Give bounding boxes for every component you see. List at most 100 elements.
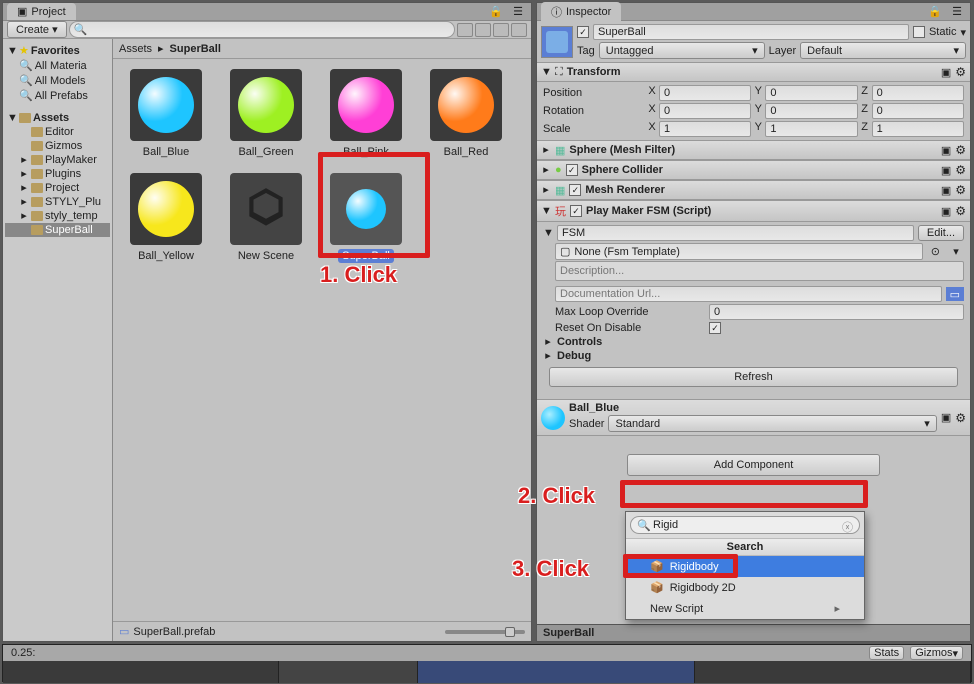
filter-label-icon[interactable] (493, 23, 509, 37)
timeline-tracks[interactable] (3, 661, 971, 683)
gear-icon[interactable]: ⚙ (955, 65, 966, 79)
project-tree[interactable]: ▼Favorites 🔍All Materia 🔍All Models 🔍All… (3, 39, 113, 641)
create-button[interactable]: Create ▾ (7, 21, 67, 38)
transform-header[interactable]: ▼⛶Transform▣⚙ (537, 62, 970, 82)
tree-folder[interactable]: Gizmos (5, 139, 110, 153)
rot-z-input[interactable]: 0 (872, 103, 964, 119)
help-icon[interactable]: ▣ (941, 164, 951, 177)
scale-x-input[interactable]: 1 (659, 121, 751, 137)
project-search-input[interactable]: 🔍 (69, 21, 455, 38)
template-menu-icon[interactable]: ▾ (948, 245, 964, 259)
controls-header[interactable]: Controls (557, 336, 602, 348)
asset-item[interactable]: Ball_Blue (123, 69, 209, 159)
inspector-tab[interactable]: ⓘ Inspector (541, 2, 621, 22)
add-component-button[interactable]: Add Component (627, 454, 880, 476)
tree-folder[interactable]: ▸styly_temp (5, 209, 110, 223)
asset-item[interactable]: New Scene (223, 173, 309, 263)
chevron-down-icon[interactable]: ▾ (960, 26, 966, 39)
pos-x-input[interactable]: 0 (659, 85, 751, 101)
help-icon[interactable]: ▣ (941, 205, 951, 218)
refresh-button[interactable]: Refresh (549, 367, 958, 387)
fsm-edit-button[interactable]: Edit... (918, 225, 964, 241)
scale-y-input[interactable]: 1 (765, 121, 857, 137)
timeline-panel: 0.25: Stats Gizmos ▾ (2, 644, 972, 682)
pos-z-input[interactable]: 0 (872, 85, 964, 101)
static-checkbox[interactable] (913, 26, 925, 38)
breadcrumb-root[interactable]: Assets (119, 43, 152, 55)
fsm-description-input[interactable]: Description... (555, 261, 964, 281)
pos-y-input[interactable]: 0 (765, 85, 857, 101)
object-picker-icon[interactable]: ⊙ (927, 245, 944, 259)
tree-folder-selected[interactable]: SuperBall (5, 223, 110, 237)
save-search-icon[interactable] (511, 23, 527, 37)
fav-item[interactable]: 🔍All Materia (5, 58, 110, 73)
breadcrumb-current[interactable]: SuperBall (170, 43, 221, 55)
gear-icon[interactable]: ⚙ (955, 143, 966, 157)
sphere-collider-header[interactable]: ▸●Sphere Collider▣⚙ (537, 160, 970, 180)
fsm-doc-url-input[interactable]: Documentation Url... (555, 286, 942, 302)
shader-dropdown[interactable]: Standard▾ (608, 415, 936, 432)
mesh-renderer-header[interactable]: ▸▦Mesh Renderer▣⚙ (537, 180, 970, 200)
mesh-filter-header[interactable]: ▸▦Sphere (Mesh Filter)▣⚙ (537, 140, 970, 160)
clear-icon[interactable]: ⓧ (842, 519, 853, 535)
lock-icon[interactable]: 🔒 (924, 5, 946, 19)
help-icon[interactable]: ▣ (941, 184, 951, 197)
filter-type-icon[interactable] (475, 23, 491, 37)
tree-folder[interactable]: ▸Project (5, 181, 110, 195)
help-icon[interactable]: ▣ (941, 144, 951, 157)
panel-menu-icon[interactable]: ☰ (948, 5, 966, 19)
component-search-input[interactable]: 🔍 Rigid ⓧ (630, 516, 860, 534)
assets-root[interactable]: ▼Assets (5, 111, 110, 125)
help-icon[interactable]: ▣ (941, 411, 951, 424)
fsm-template-field[interactable]: ▢None (Fsm Template) (555, 243, 923, 260)
asset-item-selected[interactable]: SuperBall (323, 173, 409, 263)
asset-item[interactable]: Ball_Pink (323, 69, 409, 159)
maxloop-input[interactable]: 0 (709, 304, 964, 320)
fsm-enabled-checkbox[interactable] (570, 205, 582, 217)
fsm-name-input[interactable]: FSM (557, 225, 914, 241)
gear-icon[interactable]: ⚙ (955, 204, 966, 218)
collider-enabled-checkbox[interactable] (566, 164, 578, 176)
layer-dropdown[interactable]: Default▾ (800, 42, 966, 59)
gameobject-name-input[interactable]: SuperBall (593, 24, 909, 40)
debug-header[interactable]: Debug (557, 350, 591, 362)
rot-y-input[interactable]: 0 (765, 103, 857, 119)
tree-folder[interactable]: ▸PlayMaker (5, 153, 110, 167)
browse-icon[interactable]: ▭ (946, 287, 964, 301)
asset-item[interactable]: Ball_Yellow (123, 173, 209, 263)
gear-icon[interactable]: ⚙ (955, 163, 966, 177)
fav-item[interactable]: 🔍All Models (5, 73, 110, 88)
popup-item-newscript[interactable]: New Script (626, 598, 864, 619)
breadcrumb[interactable]: Assets ▸ SuperBall (113, 39, 531, 59)
filter-icon[interactable] (457, 23, 473, 37)
tag-dropdown[interactable]: Untagged▾ (599, 42, 765, 59)
scale-z-input[interactable]: 1 (872, 121, 964, 137)
gear-icon[interactable]: ⚙ (955, 183, 966, 197)
tree-folder[interactable]: ▸STYLY_Plu (5, 195, 110, 209)
lock-icon[interactable]: 🔒 (485, 5, 507, 19)
asset-item[interactable]: Ball_Red (423, 69, 509, 159)
popup-item-rigidbody2d[interactable]: 📦Rigidbody 2D (626, 577, 864, 598)
material-ball-icon (541, 406, 565, 430)
stats-button[interactable]: Stats (869, 646, 904, 660)
active-checkbox[interactable] (577, 26, 589, 38)
favorites-header[interactable]: ▼Favorites (5, 43, 110, 58)
tree-folder[interactable]: Editor (5, 125, 110, 139)
renderer-enabled-checkbox[interactable] (569, 184, 581, 196)
rot-x-input[interactable]: 0 (659, 103, 751, 119)
fav-item[interactable]: 🔍All Prefabs (5, 88, 110, 103)
asset-item[interactable]: Ball_Green (223, 69, 309, 159)
search-icon: 🔍 (74, 24, 88, 36)
material-header[interactable]: Ball_Blue ShaderStandard▾ ▣⚙ (537, 399, 970, 436)
playmaker-fsm-header[interactable]: ▼玩Play Maker FSM (Script)▣⚙ (537, 200, 970, 222)
gear-icon[interactable]: ⚙ (955, 411, 966, 425)
tag-value: Untagged (606, 45, 654, 57)
gizmos-button[interactable]: Gizmos ▾ (910, 646, 963, 660)
help-icon[interactable]: ▣ (941, 66, 951, 79)
tree-folder[interactable]: ▸Plugins (5, 167, 110, 181)
panel-menu-icon[interactable]: ☰ (509, 5, 527, 19)
thumbnail-size-slider[interactable] (445, 630, 525, 634)
project-tab[interactable]: ▣ Project (7, 3, 76, 20)
reset-checkbox[interactable] (709, 322, 721, 334)
popup-item-rigidbody[interactable]: 📦Rigidbody (626, 556, 864, 577)
